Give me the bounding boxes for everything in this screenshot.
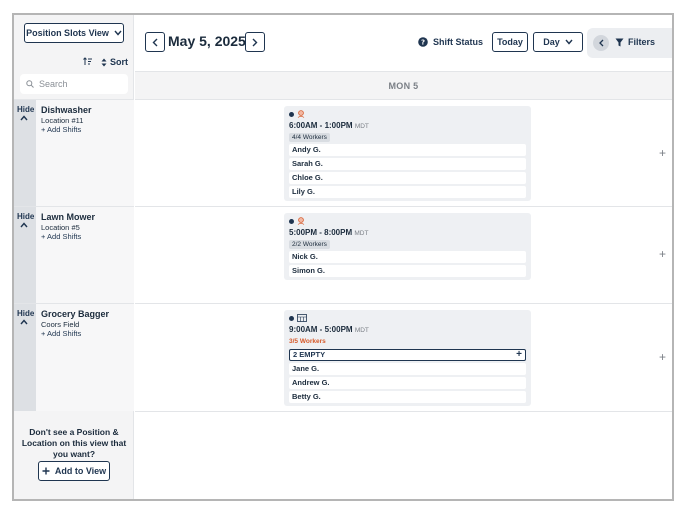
sort-label: Sort bbox=[110, 57, 128, 67]
add-shifts-button[interactable]: + Add Shifts bbox=[41, 125, 81, 134]
add-to-view-button[interactable]: Add to View bbox=[38, 461, 110, 481]
sort-arrows-icon bbox=[101, 58, 107, 66]
add-to-view-label: Add to View bbox=[54, 466, 107, 476]
filters-label: Filters bbox=[628, 37, 656, 47]
shift-card[interactable]: 6:00AM - 1:00PM MDT 4/4 Workers Andy G. … bbox=[284, 106, 531, 201]
chevron-up-icon[interactable] bbox=[20, 115, 28, 121]
position-row-dishwasher: Hide Dishwasher Location #11 + Add Shift… bbox=[14, 99, 134, 206]
shift-card[interactable]: 9:00AM - 5:00PM MDT 3/5 Workers 2 EMPTY … bbox=[284, 310, 531, 406]
shift-card[interactable]: 5:00PM - 8:00PM MDT 2/2 Workers Nick G. … bbox=[284, 213, 531, 280]
position-location: Location #11 bbox=[41, 116, 84, 125]
range-select-label: Day bbox=[543, 37, 560, 47]
add-shifts-button[interactable]: + Add Shifts bbox=[41, 329, 81, 338]
person-group-icon bbox=[297, 110, 305, 118]
previous-day-button[interactable] bbox=[145, 32, 165, 52]
schedule-row-grocery-bagger[interactable]: 9:00AM - 5:00PM MDT 3/5 Workers 2 EMPTY … bbox=[135, 303, 672, 411]
scheduler-window: Position Slots View Sort Hide Dishwasher… bbox=[12, 13, 674, 501]
add-shift-plus-icon[interactable]: + bbox=[659, 146, 666, 160]
workers-badge: 3/5 Workers bbox=[289, 338, 326, 345]
sort-button[interactable]: Sort bbox=[101, 57, 128, 67]
view-select-dropdown[interactable]: Position Slots View bbox=[24, 23, 124, 43]
chevron-right-icon bbox=[252, 38, 258, 46]
status-dot-icon bbox=[289, 218, 294, 224]
schedule-row-dishwasher[interactable]: 6:00AM - 1:00PM MDT 4/4 Workers Andy G. … bbox=[135, 99, 672, 206]
position-name: Lawn Mower bbox=[41, 212, 96, 222]
worker-slot[interactable]: Sarah G. bbox=[289, 158, 526, 170]
search-box bbox=[20, 74, 128, 94]
shift-time: 5:00PM - 8:00PM bbox=[289, 228, 353, 237]
shift-time: 9:00AM - 5:00PM bbox=[289, 325, 353, 334]
worker-slot[interactable]: Lily G. bbox=[289, 186, 526, 198]
position-name: Grocery Bagger bbox=[41, 309, 110, 319]
position-row-grocery-bagger: Hide Grocery Bagger Coors Field + Add Sh… bbox=[14, 303, 134, 411]
add-shift-plus-icon[interactable]: + bbox=[659, 247, 666, 261]
shift-status-label: Shift Status bbox=[433, 37, 484, 47]
worker-slot[interactable]: Andy G. bbox=[289, 144, 526, 156]
add-shift-plus-icon[interactable]: + bbox=[659, 350, 666, 364]
add-shifts-button[interactable]: + Add Shifts bbox=[41, 232, 81, 241]
worker-slot[interactable]: Jane G. bbox=[289, 363, 526, 375]
collapse-filters-button[interactable] bbox=[593, 35, 609, 51]
chevron-down-icon bbox=[565, 39, 573, 45]
shift-time: 6:00AM - 1:00PM bbox=[289, 121, 353, 130]
schedule-row-lawn-mower[interactable]: 5:00PM - 8:00PM MDT 2/2 Workers Nick G. … bbox=[135, 206, 672, 303]
person-group-icon bbox=[297, 217, 305, 225]
workers-badge: 4/4 Workers bbox=[289, 133, 330, 142]
worker-slot[interactable]: Nick G. bbox=[289, 251, 526, 263]
filters-panel-toggle: Filters bbox=[587, 28, 672, 58]
shift-status-button[interactable]: ? Shift Status bbox=[418, 37, 483, 47]
empty-slots-label: 2 EMPTY bbox=[293, 350, 326, 359]
shift-timezone: MDT bbox=[354, 123, 369, 130]
shift-timezone: MDT bbox=[354, 327, 369, 334]
view-select-label: Position Slots View bbox=[26, 28, 109, 38]
filters-button[interactable]: Filters bbox=[615, 37, 655, 47]
svg-text:?: ? bbox=[421, 39, 425, 47]
range-select-dropdown[interactable]: Day bbox=[533, 32, 583, 52]
position-location: Coors Field bbox=[41, 320, 80, 329]
worker-slot[interactable]: Simon G. bbox=[289, 265, 526, 277]
hide-button[interactable]: Hide bbox=[17, 212, 34, 221]
position-sidebar: Position Slots View Sort Hide Dishwasher… bbox=[14, 15, 134, 499]
chevron-up-icon[interactable] bbox=[20, 222, 28, 228]
plus-icon: + bbox=[516, 349, 522, 360]
current-date: May 5, 2025 bbox=[168, 33, 246, 49]
day-column-header: MON 5 bbox=[135, 71, 672, 99]
help-circle-icon: ? bbox=[418, 37, 428, 47]
shift-timezone: MDT bbox=[354, 230, 369, 237]
position-name: Dishwasher bbox=[41, 105, 92, 115]
empty-schedule-area bbox=[135, 411, 672, 499]
chevron-left-icon bbox=[152, 38, 158, 46]
plus-icon bbox=[42, 467, 50, 475]
position-location: Location #5 bbox=[41, 223, 80, 232]
position-row-lawn-mower: Hide Lawn Mower Location #5 + Add Shifts bbox=[14, 206, 134, 303]
worker-slot[interactable]: Andrew G. bbox=[289, 377, 526, 389]
workers-badge: 2/2 Workers bbox=[289, 240, 330, 249]
worker-slot[interactable]: Betty G. bbox=[289, 391, 526, 403]
calendar-header: May 5, 2025 ? Shift Status Today Day Fil… bbox=[135, 15, 672, 71]
next-day-button[interactable] bbox=[245, 32, 265, 52]
filter-funnel-icon bbox=[615, 38, 624, 46]
sort-order-icon[interactable] bbox=[83, 56, 93, 68]
chevron-left-icon bbox=[598, 39, 603, 47]
status-dot-icon bbox=[289, 315, 294, 321]
worker-slot[interactable]: Chloe G. bbox=[289, 172, 526, 184]
sort-controls: Sort bbox=[14, 53, 134, 71]
chevron-down-icon bbox=[114, 30, 122, 36]
status-dot-icon bbox=[289, 111, 294, 117]
today-button[interactable]: Today bbox=[492, 32, 528, 52]
hide-button[interactable]: Hide bbox=[17, 105, 34, 114]
dont-see-message: Don't see a Position & Location on this … bbox=[21, 427, 127, 459]
search-input[interactable] bbox=[39, 79, 119, 89]
search-icon bbox=[26, 80, 34, 88]
empty-slots-button[interactable]: 2 EMPTY + bbox=[289, 349, 526, 361]
calendar-grid-icon bbox=[297, 314, 307, 322]
hide-button[interactable]: Hide bbox=[17, 309, 34, 318]
chevron-up-icon[interactable] bbox=[20, 319, 28, 325]
